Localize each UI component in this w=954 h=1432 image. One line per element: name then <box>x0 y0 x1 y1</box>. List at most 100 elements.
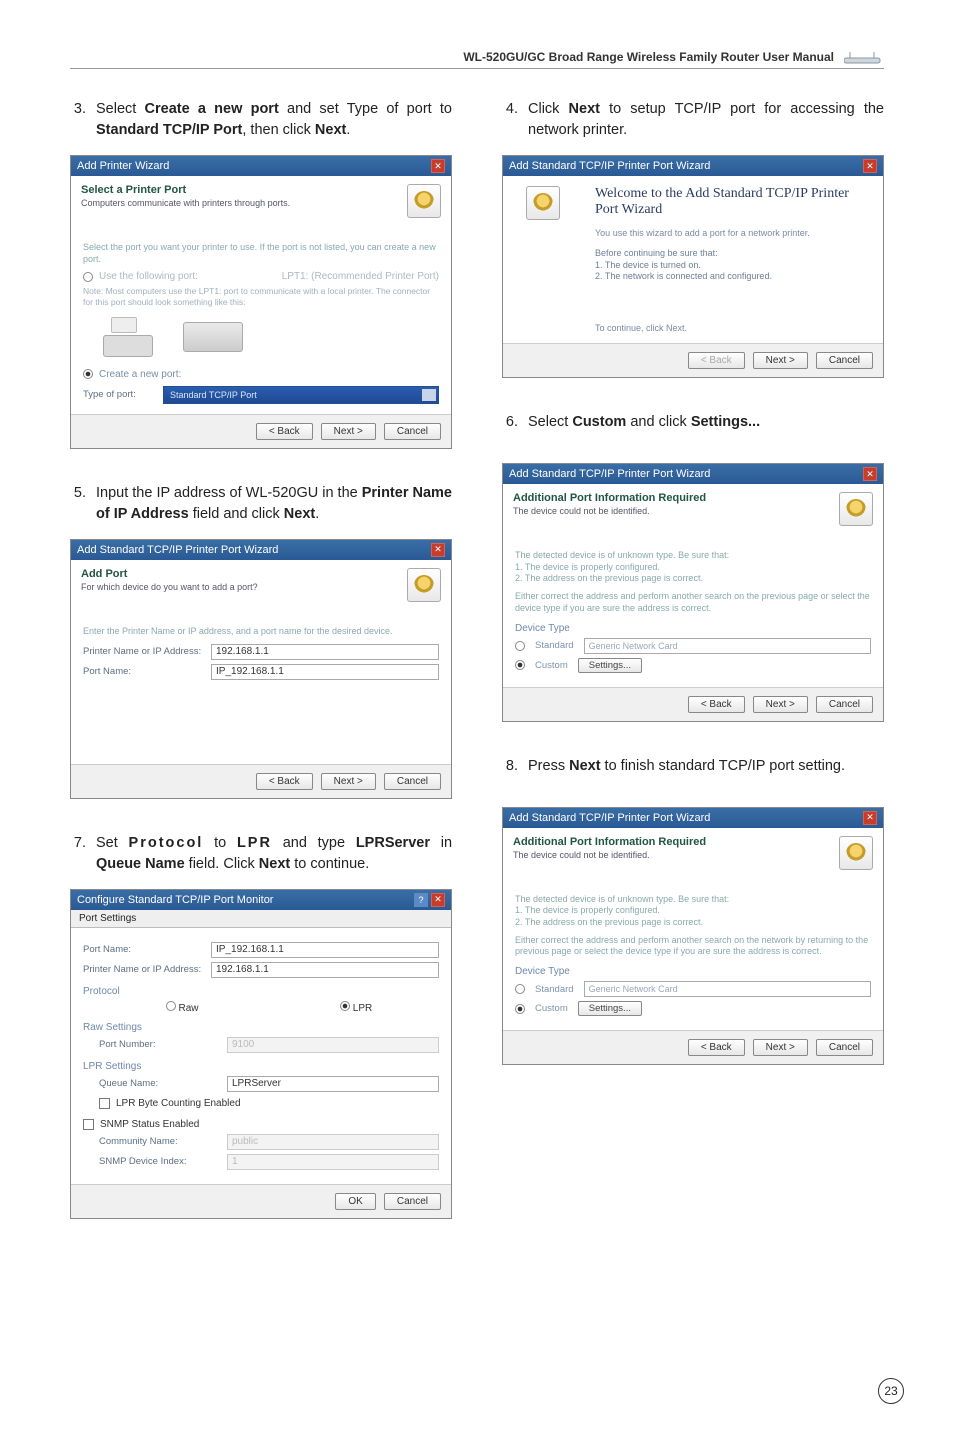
dlg6-standard-label: Standard <box>535 640 574 651</box>
next-button[interactable]: Next > <box>753 1039 808 1056</box>
dlg7-queue-input[interactable]: LPRServer <box>227 1076 439 1092</box>
close-icon[interactable]: ✕ <box>431 159 445 173</box>
printer-icon <box>526 186 560 220</box>
dlg3-heading: Select a Printer Port <box>81 184 397 196</box>
dlg5-portname-input[interactable]: IP_192.168.1.1 <box>211 664 439 680</box>
screenshot-step3: Add Printer Wizard ✕ Select a Printer Po… <box>70 155 452 449</box>
cancel-button[interactable]: Cancel <box>384 773 441 790</box>
dlg7-comm-label: Community Name: <box>99 1136 219 1147</box>
dlg7-lpr-heading: LPR Settings <box>83 1061 439 1072</box>
dlg7-portname-input[interactable]: IP_192.168.1.1 <box>211 942 439 958</box>
cancel-button[interactable]: Cancel <box>816 696 873 713</box>
screenshot-step5: Add Standard TCP/IP Printer Port Wizard … <box>70 539 452 799</box>
dlg8-devtype-heading: Device Type <box>515 966 871 977</box>
radio-standard[interactable] <box>515 641 525 651</box>
close-icon[interactable]: ✕ <box>863 811 877 825</box>
dlg3-blurb: Note: Most computers use the LPT1: port … <box>83 286 439 306</box>
dlg7-tab[interactable]: Port Settings <box>71 910 451 928</box>
cancel-button[interactable]: Cancel <box>384 423 441 440</box>
dlg7-addr-input[interactable]: 192.168.1.1 <box>211 962 439 978</box>
close-icon[interactable]: ✕ <box>431 543 445 557</box>
dlg7-comm-input: public <box>227 1134 439 1150</box>
dlg5-prompt: Enter the Printer Name or IP address, an… <box>83 626 439 638</box>
dlg6-custom-label: Custom <box>535 660 568 671</box>
screenshot-step7: Configure Standard TCP/IP Port Monitor ?… <box>70 889 452 1219</box>
dlg6-subheading: The device could not be identified. <box>513 506 829 516</box>
dlg3-use-port-label: Use the following port: <box>99 271 198 282</box>
step-5: 5. Input the IP address of WL-520GU in t… <box>70 483 452 525</box>
radio-custom[interactable] <box>515 660 525 670</box>
dlg8-standard-select: Generic Network Card <box>584 981 871 997</box>
dlg4-bullet2: 2. The network is connected and configur… <box>595 271 871 283</box>
printer-icon <box>407 568 441 602</box>
step-7-number: 7. <box>70 833 96 875</box>
radio-create-port[interactable] <box>83 369 93 379</box>
help-icon[interactable]: ? <box>414 893 428 907</box>
port-connector-icon <box>183 322 243 352</box>
printer-icon <box>839 836 873 870</box>
dlg7-rawport-input: 9100 <box>227 1037 439 1053</box>
radio-raw[interactable] <box>166 1001 176 1011</box>
dlg7-protocol-heading: Protocol <box>83 986 439 997</box>
step-4-text: Click Next to setup TCP/IP port for acce… <box>528 99 884 141</box>
step-3-text: Select Create a new port and set Type of… <box>96 99 452 141</box>
dlg6-devtype-heading: Device Type <box>515 623 871 634</box>
back-button[interactable]: < Back <box>688 696 745 713</box>
step-7: 7. Set Protocol to LPR and type LPRServe… <box>70 833 452 875</box>
doc-header-title: WL-520GU/GC Broad Range Wireless Family … <box>463 50 834 64</box>
dlg3-note: Select the port you want your printer to… <box>83 242 439 265</box>
dlg5-subheading: For which device do you want to add a po… <box>81 582 397 592</box>
dlg8-para2: Either correct the address and perform a… <box>515 935 871 958</box>
dlg4-welcome: Welcome to the Add Standard TCP/IP Print… <box>595 186 871 218</box>
dlg6-para1: The detected device is of unknown type. … <box>515 550 871 585</box>
dlg8-custom-label: Custom <box>535 1003 568 1014</box>
next-button[interactable]: Next > <box>321 423 376 440</box>
dlg3-type-select[interactable]: Standard TCP/IP Port <box>163 386 439 404</box>
dlg6-title: Add Standard TCP/IP Printer Port Wizard <box>509 468 710 480</box>
dlg5-ip-label: Printer Name or IP Address: <box>83 646 203 657</box>
dlg7-addr-label: Printer Name or IP Address: <box>83 964 203 975</box>
radio-lpr[interactable] <box>340 1001 350 1011</box>
settings-button[interactable]: Settings... <box>578 658 642 673</box>
back-button[interactable]: < Back <box>688 1039 745 1056</box>
close-icon[interactable]: ✕ <box>431 893 445 907</box>
dlg7-title: Configure Standard TCP/IP Port Monitor <box>77 894 273 906</box>
close-icon[interactable]: ✕ <box>863 159 877 173</box>
radio-standard[interactable] <box>515 984 525 994</box>
settings-button[interactable]: Settings... <box>578 1001 642 1016</box>
router-icon <box>844 51 884 63</box>
dlg3-title: Add Printer Wizard <box>77 160 169 172</box>
step-4-number: 4. <box>502 99 528 141</box>
dlg8-para1: The detected device is of unknown type. … <box>515 894 871 929</box>
ok-button[interactable]: OK <box>335 1193 375 1210</box>
next-button[interactable]: Next > <box>753 352 808 369</box>
dlg7-idx-label: SNMP Device Index: <box>99 1156 219 1167</box>
back-button[interactable]: < Back <box>256 773 313 790</box>
dlg4-bottom: To continue, click Next. <box>595 323 871 333</box>
dlg8-standard-label: Standard <box>535 984 574 995</box>
next-button[interactable]: Next > <box>321 773 376 790</box>
dlg7-lpr-label: LPR <box>353 1003 372 1014</box>
cancel-button[interactable]: Cancel <box>384 1193 441 1210</box>
cancel-button[interactable]: Cancel <box>816 1039 873 1056</box>
back-button: < Back <box>688 352 745 369</box>
checkbox-snmp[interactable] <box>83 1119 94 1130</box>
dlg4-sub: You use this wizard to add a port for a … <box>595 228 871 238</box>
dlg7-raw-label: Raw <box>179 1003 199 1014</box>
next-button[interactable]: Next > <box>753 696 808 713</box>
radio-custom[interactable] <box>515 1004 525 1014</box>
dlg7-rawport-label: Port Number: <box>99 1039 219 1050</box>
close-icon[interactable]: ✕ <box>863 467 877 481</box>
step-8: 8. Press Next to finish standard TCP/IP … <box>502 756 884 777</box>
cancel-button[interactable]: Cancel <box>816 352 873 369</box>
dlg3-create-port-label: Create a new port: <box>99 369 181 380</box>
radio-use-port[interactable] <box>83 272 93 282</box>
back-button[interactable]: < Back <box>256 423 313 440</box>
checkbox-lpr-byte[interactable] <box>99 1098 110 1109</box>
dlg6-para2: Either correct the address and perform a… <box>515 591 871 614</box>
step-6-text: Select Custom and click Settings... <box>528 412 884 433</box>
dlg5-ip-input[interactable]: 192.168.1.1 <box>211 644 439 660</box>
dlg3-subheading: Computers communicate with printers thro… <box>81 198 397 208</box>
dlg6-standard-select: Generic Network Card <box>584 638 871 654</box>
step-3-number: 3. <box>70 99 96 141</box>
